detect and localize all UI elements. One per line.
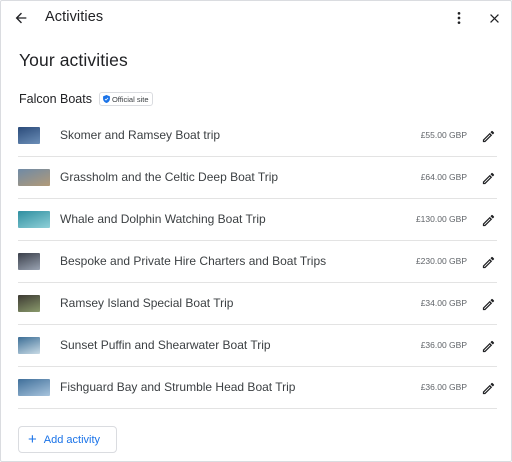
- shield-icon: [103, 95, 110, 103]
- back-button[interactable]: [9, 6, 33, 30]
- activity-row[interactable]: Sunset Puffin and Shearwater Boat Trip £…: [18, 325, 497, 367]
- pencil-icon: [482, 298, 494, 310]
- activity-price: £130.00 GBP: [415, 214, 467, 224]
- activity-thumbnail: [18, 295, 40, 312]
- business-name: Falcon Boats: [19, 92, 92, 106]
- activity-thumbnail: [18, 127, 40, 144]
- business-header: Falcon Boats Official site: [19, 92, 153, 106]
- activity-price: £34.00 GBP: [420, 298, 467, 308]
- pencil-icon: [482, 256, 494, 268]
- activity-price: £36.00 GBP: [420, 382, 467, 392]
- more-options-button[interactable]: [447, 6, 471, 30]
- activity-price: £64.00 GBP: [420, 172, 467, 182]
- activity-row[interactable]: Whale and Dolphin Watching Boat Trip £13…: [18, 199, 497, 241]
- activity-price: £230.00 GBP: [415, 256, 467, 266]
- activity-title: Skomer and Ramsey Boat trip: [60, 128, 221, 142]
- edit-activity-button[interactable]: [479, 379, 497, 397]
- activity-row[interactable]: Fishguard Bay and Strumble Head Boat Tri…: [18, 367, 497, 409]
- pencil-icon: [482, 172, 494, 184]
- pencil-icon: [482, 130, 494, 142]
- activity-title: Whale and Dolphin Watching Boat Trip: [60, 212, 266, 226]
- page-heading: Your activities: [19, 50, 128, 70]
- arrow-back-icon: [15, 12, 27, 24]
- dialog-header: Activities: [1, 1, 512, 37]
- activity-thumbnail: [18, 169, 50, 186]
- add-activity-button[interactable]: + Add activity: [18, 426, 117, 453]
- activity-thumbnail: [18, 379, 50, 396]
- more-vert-icon: [457, 12, 461, 24]
- activity-row[interactable]: Bespoke and Private Hire Charters and Bo…: [18, 241, 497, 283]
- edit-activity-button[interactable]: [479, 337, 497, 355]
- activity-list: Skomer and Ramsey Boat trip £55.00 GBP G…: [18, 115, 497, 409]
- official-site-label: Official site: [111, 94, 149, 104]
- activity-thumbnail: [18, 253, 40, 270]
- activity-price: £55.00 GBP: [420, 130, 467, 140]
- activity-price: £36.00 GBP: [420, 340, 467, 350]
- pencil-icon: [482, 382, 494, 394]
- activity-thumbnail: [18, 211, 50, 228]
- pencil-icon: [482, 214, 494, 226]
- pencil-icon: [482, 340, 494, 352]
- activity-row[interactable]: Grassholm and the Celtic Deep Boat Trip …: [18, 157, 497, 199]
- add-activity-label: Add activity: [43, 433, 101, 446]
- activity-title: Bespoke and Private Hire Charters and Bo…: [60, 254, 327, 268]
- edit-activity-button[interactable]: [479, 253, 497, 271]
- edit-activity-button[interactable]: [479, 127, 497, 145]
- edit-activity-button[interactable]: [479, 295, 497, 313]
- close-icon: [489, 13, 499, 23]
- plus-icon: +: [28, 431, 37, 448]
- edit-activity-button[interactable]: [479, 211, 497, 229]
- activities-dialog: Activities Your activities Falcon Boats …: [0, 0, 512, 462]
- activity-title: Grassholm and the Celtic Deep Boat Trip: [60, 170, 279, 184]
- edit-activity-button[interactable]: [479, 169, 497, 187]
- activity-title: Ramsey Island Special Boat Trip: [60, 296, 234, 310]
- dialog-title: Activities: [45, 9, 104, 25]
- activity-title: Sunset Puffin and Shearwater Boat Trip: [60, 338, 271, 352]
- activity-row[interactable]: Skomer and Ramsey Boat trip £55.00 GBP: [18, 115, 497, 157]
- activity-thumbnail: [18, 337, 40, 354]
- activity-title: Fishguard Bay and Strumble Head Boat Tri…: [60, 380, 296, 394]
- official-site-badge: Official site: [98, 92, 153, 106]
- activity-row[interactable]: Ramsey Island Special Boat Trip £34.00 G…: [18, 283, 497, 325]
- close-button[interactable]: [482, 6, 506, 30]
